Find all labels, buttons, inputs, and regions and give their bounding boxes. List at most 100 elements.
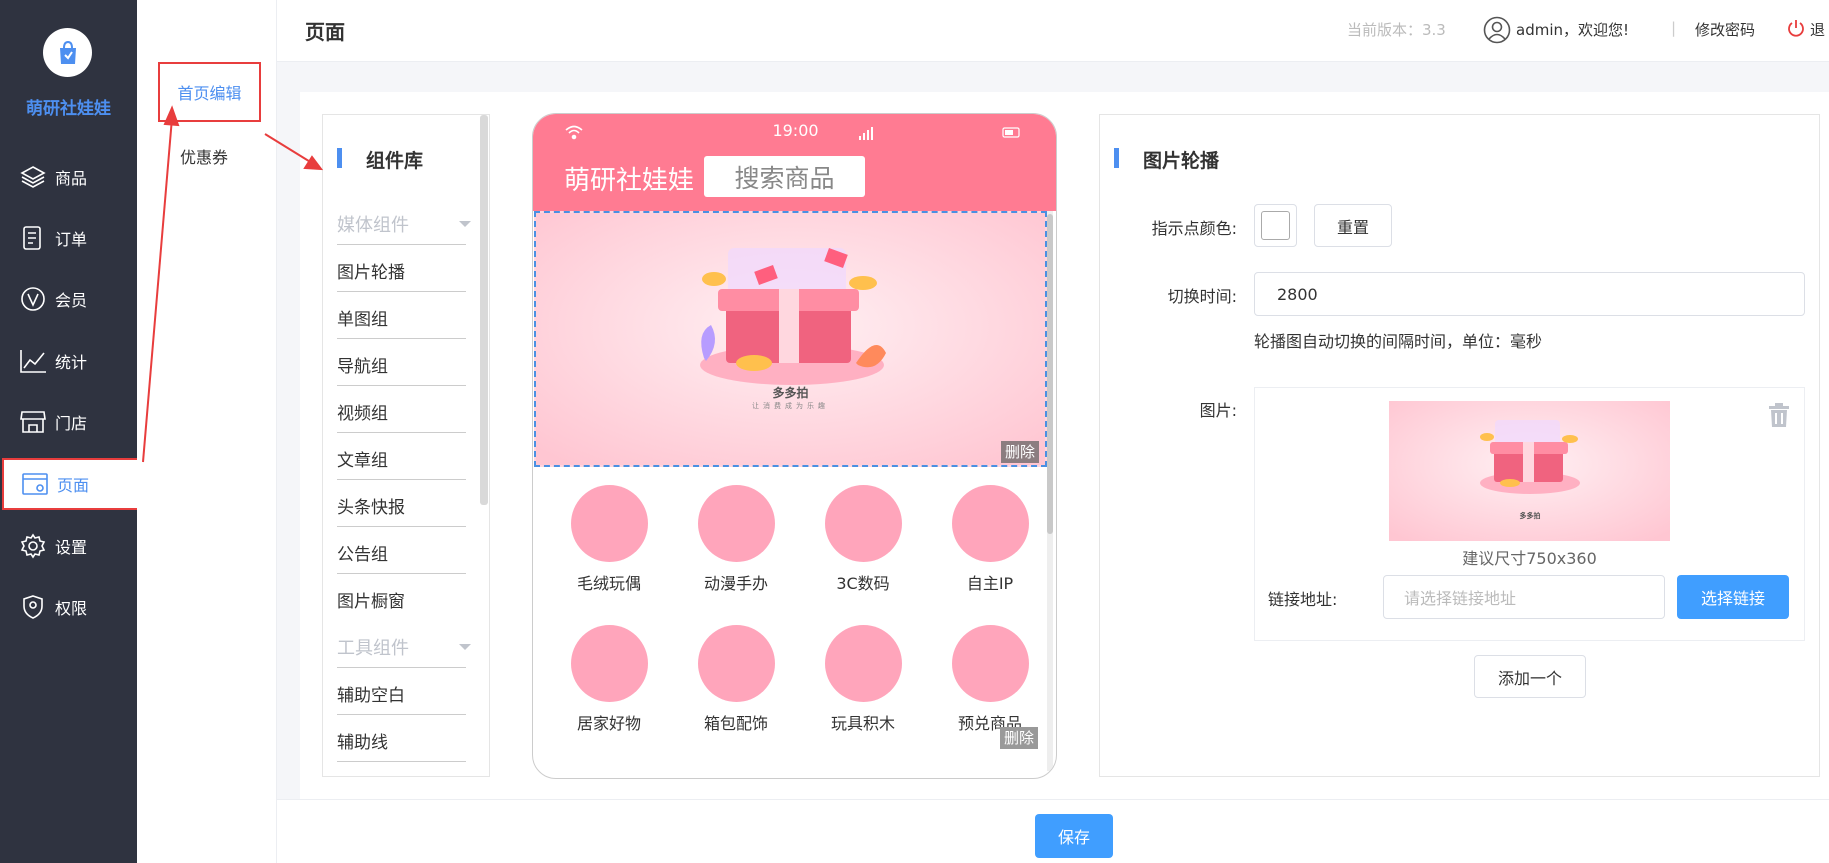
category-image bbox=[951, 485, 1029, 562]
gift-box-illustration: 多多拍 bbox=[1389, 401, 1670, 541]
category-image bbox=[824, 485, 902, 562]
category-item[interactable]: 箱包配饰 bbox=[686, 625, 786, 734]
library-item[interactable]: 文章组 bbox=[337, 432, 466, 479]
user-greeting[interactable]: admin，欢迎您! bbox=[1516, 19, 1629, 40]
category-item[interactable]: 居家好物 bbox=[559, 625, 659, 734]
category-label: 箱包配饰 bbox=[703, 714, 768, 733]
sidebar-item-stores[interactable]: 门店 bbox=[0, 399, 137, 445]
sidebar-item-label: 权限 bbox=[55, 599, 88, 618]
interval-hint: 轮播图自动切换的间隔时间，单位：毫秒 bbox=[1254, 332, 1543, 351]
library-item[interactable]: 辅助线 bbox=[337, 714, 466, 761]
sidebar-item-permissions[interactable]: 权限 bbox=[0, 584, 137, 630]
reset-button[interactable]: 重置 bbox=[1314, 204, 1392, 247]
main-sidebar: 萌研社娃娃 商品 订单 会员 统计 门店 页面 设置 权限 bbox=[0, 0, 139, 863]
gear-icon bbox=[19, 532, 47, 560]
library-item[interactable]: 公告组 bbox=[337, 526, 466, 573]
phone-scrollbar[interactable] bbox=[1047, 214, 1053, 534]
component-library: 组件库 媒体组件 图片轮播 单图组 导航组 视频组 文章组 头条快报 公告组 图… bbox=[322, 114, 490, 777]
sidebar-item-label: 订单 bbox=[55, 230, 88, 249]
phone-header: 19:00 萌研社娃娃 搜索商品 bbox=[533, 114, 1056, 211]
library-item[interactable]: 图片橱窗 bbox=[337, 573, 466, 620]
category-item[interactable]: 3C数码 bbox=[813, 485, 913, 594]
shield-icon bbox=[19, 593, 47, 621]
version-text: 当前版本：3.3 bbox=[1347, 21, 1446, 39]
category-image bbox=[951, 625, 1029, 702]
interval-input[interactable]: 2800 bbox=[1254, 272, 1805, 316]
logout-link[interactable]: 退 bbox=[1810, 19, 1825, 40]
dot-color-label: 指示点颜色: bbox=[1151, 219, 1237, 238]
size-hint: 建议尺寸750x360 bbox=[1462, 549, 1597, 568]
sidebar-item-settings[interactable]: 设置 bbox=[0, 523, 137, 569]
library-item[interactable]: 单图组 bbox=[337, 291, 466, 338]
banner-subtitle: 让消费成为乐趣 bbox=[752, 402, 829, 410]
category-image bbox=[570, 625, 648, 702]
category-item[interactable]: 预兑商品 bbox=[940, 625, 1040, 734]
vip-icon bbox=[19, 285, 47, 313]
library-item[interactable]: 头条快报 bbox=[337, 479, 466, 526]
library-group-tools[interactable]: 工具组件 bbox=[337, 634, 471, 660]
library-item[interactable]: 导航组 bbox=[337, 338, 466, 385]
banner-slide[interactable]: 多多拍 让消费成为乐趣 删除 bbox=[534, 211, 1047, 467]
sub-navigation: 首页编辑 优惠券 bbox=[137, 0, 277, 863]
power-icon[interactable] bbox=[1787, 19, 1805, 37]
status-time: 19:00 bbox=[772, 121, 819, 140]
sidebar-item-label: 统计 bbox=[55, 353, 88, 372]
image-label: 图片: bbox=[1199, 401, 1237, 420]
category-label: 3C数码 bbox=[836, 574, 890, 593]
sidebar-item-orders[interactable]: 订单 bbox=[0, 215, 137, 261]
brand-name: 萌研社娃娃 bbox=[26, 99, 111, 119]
library-item[interactable]: 辅助空白 bbox=[337, 667, 466, 714]
color-swatch bbox=[1261, 211, 1290, 240]
image-upload-item: 多多拍 建议尺寸750x360 链接地址: 请选择链接地址 选择链接 bbox=[1254, 387, 1805, 641]
footer-bar: 保存 bbox=[277, 799, 1829, 863]
change-password-link[interactable]: 修改密码 bbox=[1695, 19, 1755, 40]
document-icon bbox=[19, 224, 47, 252]
trash-icon[interactable] bbox=[1767, 402, 1791, 428]
sidebar-item-products[interactable]: 商品 bbox=[0, 154, 137, 200]
add-one-button[interactable]: 添加一个 bbox=[1474, 655, 1586, 698]
category-label: 玩具积木 bbox=[830, 714, 895, 733]
component-settings: 图片轮播 指示点颜色: 重置 切换时间: 2800 轮播图自动切换的间隔时间，单… bbox=[1099, 114, 1820, 777]
category-label: 动漫手办 bbox=[703, 574, 768, 593]
signal-icon bbox=[859, 127, 873, 140]
library-group-media[interactable]: 媒体组件 bbox=[337, 211, 471, 237]
subnav-item-coupons[interactable]: 优惠券 bbox=[180, 144, 228, 168]
category-item[interactable]: 毛绒玩偶 bbox=[559, 485, 659, 594]
category-image bbox=[697, 625, 775, 702]
library-title: 组件库 bbox=[366, 150, 424, 172]
gift-box-illustration bbox=[536, 213, 1045, 465]
link-input[interactable]: 请选择链接地址 bbox=[1383, 575, 1665, 619]
delete-button[interactable]: 删除 bbox=[1001, 441, 1040, 463]
category-label: 居家好物 bbox=[576, 714, 641, 733]
sidebar-item-label: 会员 bbox=[55, 291, 88, 310]
dot-color-picker[interactable] bbox=[1254, 204, 1297, 247]
library-item[interactable]: 视频组 bbox=[337, 385, 466, 432]
phone-search-box[interactable]: 搜索商品 bbox=[704, 156, 865, 197]
title-accent-bar bbox=[337, 148, 342, 168]
brand-logo bbox=[43, 28, 92, 77]
sidebar-item-label: 门店 bbox=[55, 414, 88, 433]
choose-link-button[interactable]: 选择链接 bbox=[1677, 575, 1789, 619]
sidebar-item-statistics[interactable]: 统计 bbox=[0, 338, 137, 384]
save-button[interactable]: 保存 bbox=[1035, 814, 1113, 858]
sidebar-item-members[interactable]: 会员 bbox=[0, 276, 137, 322]
phone-preview: 19:00 萌研社娃娃 搜索商品 多多拍 让消费成为乐趣 删除 毛绒玩偶 动漫手… bbox=[532, 113, 1057, 779]
delete-button[interactable]: 删除 bbox=[1000, 727, 1039, 749]
layers-icon bbox=[19, 163, 47, 191]
banner-image-thumbnail[interactable]: 多多拍 bbox=[1389, 401, 1670, 541]
chevron-down-icon bbox=[459, 221, 471, 227]
top-header: 页面 当前版本：3.3 admin，欢迎您! | 修改密码 退 bbox=[277, 0, 1829, 62]
category-item[interactable]: 自主IP bbox=[940, 485, 1040, 594]
category-item[interactable]: 动漫手办 bbox=[686, 485, 786, 594]
store-icon bbox=[19, 408, 47, 436]
library-scrollbar[interactable] bbox=[480, 115, 488, 505]
header-separator: | bbox=[1671, 19, 1677, 37]
library-item[interactable]: 图片轮播 bbox=[337, 244, 466, 291]
sidebar-item-label: 设置 bbox=[55, 538, 88, 557]
svg-text:多多拍: 多多拍 bbox=[1520, 511, 1541, 520]
subnav-item-home-edit[interactable]: 首页编辑 bbox=[158, 62, 261, 122]
user-icon bbox=[1483, 16, 1511, 44]
page-title: 页面 bbox=[305, 20, 345, 44]
category-item[interactable]: 玩具积木 bbox=[813, 625, 913, 734]
sidebar-item-pages[interactable]: 页面 bbox=[2, 458, 139, 510]
